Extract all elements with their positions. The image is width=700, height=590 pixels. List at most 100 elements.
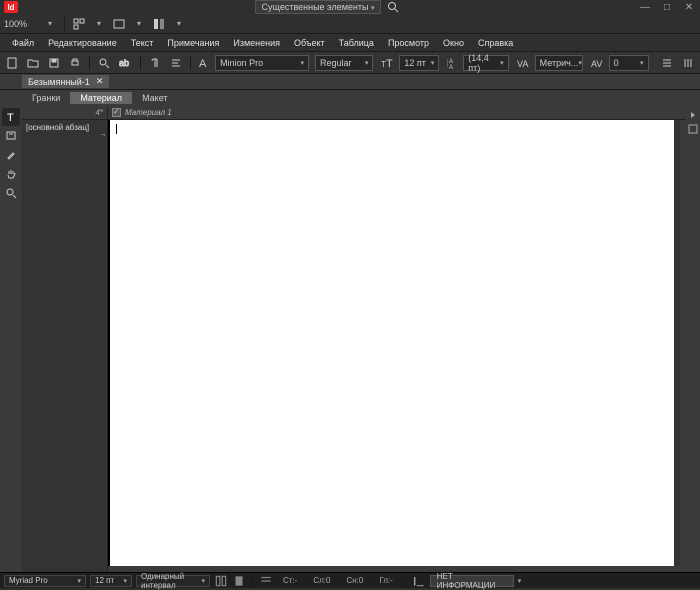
columns-icon[interactable]	[214, 574, 228, 588]
view-options-icon[interactable]	[71, 16, 87, 32]
svg-text:I: I	[413, 575, 416, 587]
svg-text:T: T	[386, 58, 393, 69]
maximize-button[interactable]: □	[660, 2, 674, 13]
eyedropper-tool[interactable]	[2, 146, 20, 164]
tracking-value: 0	[614, 58, 619, 68]
char-format-icon: A	[199, 57, 211, 69]
save-icon[interactable]	[46, 54, 63, 72]
chevron-down-icon: ▾	[500, 59, 504, 67]
type-tool[interactable]: T	[2, 108, 20, 126]
tab-galley[interactable]: Гранки	[22, 92, 70, 104]
menu-file[interactable]: Файл	[6, 36, 40, 50]
menu-changes[interactable]: Изменения	[227, 36, 286, 50]
spell-icon[interactable]: ab	[117, 54, 134, 72]
view-dropdown[interactable]: ▾	[91, 19, 107, 28]
zoom-bar: 100% ▾ ▾ ▾ ▾	[0, 14, 700, 34]
kern-icon: VA	[517, 57, 531, 69]
font-size-select[interactable]: 12 пт▾	[399, 55, 439, 71]
minimize-button[interactable]: —	[638, 2, 652, 13]
screen-dropdown[interactable]: ▾	[131, 19, 147, 28]
menu-window[interactable]: Окно	[437, 36, 470, 50]
zoom-level[interactable]: 100%	[4, 19, 38, 29]
panel-menu-icon[interactable]	[659, 54, 676, 72]
status-leading-select[interactable]: Одинарный интервал▾	[136, 575, 210, 587]
note-tool[interactable]	[2, 127, 20, 145]
close-button[interactable]: ✕	[682, 2, 696, 13]
menu-help[interactable]: Справка	[472, 36, 519, 50]
chevron-down-icon: ▾	[578, 59, 582, 67]
dock-collapse-icon[interactable]	[688, 110, 698, 120]
story-direction-icon[interactable]	[259, 574, 273, 588]
svg-text:T: T	[7, 112, 14, 123]
arrange-icon[interactable]	[151, 16, 167, 32]
story-name: Материал 1	[125, 108, 172, 117]
arrange-dropdown[interactable]: ▾	[171, 19, 187, 28]
document-tab-row: Безымянный-1 ✕	[0, 74, 700, 90]
main-area: T 4* [основной абзац] ¬ Материал 1	[0, 106, 700, 572]
new-doc-icon[interactable]	[4, 54, 21, 72]
paragraph-styles-panel: 4* [основной абзац] ¬	[22, 106, 108, 572]
find-icon[interactable]	[96, 54, 113, 72]
tab-story[interactable]: Материал	[70, 92, 132, 104]
dock-panel-icon[interactable]	[688, 124, 698, 134]
track-icon: AV	[591, 57, 605, 69]
menu-edit[interactable]: Редактирование	[42, 36, 123, 50]
menu-object[interactable]: Объект	[288, 36, 331, 50]
print-icon[interactable]	[66, 54, 83, 72]
scrollbar-vertical[interactable]	[680, 120, 686, 566]
font-style-value: Regular	[320, 58, 352, 68]
chevron-down-icon[interactable]: ▾	[518, 577, 522, 585]
status-leading: Одинарный интервал	[141, 572, 201, 590]
kerning-select[interactable]: Метрич...▾	[535, 55, 583, 71]
svg-text:ab: ab	[119, 58, 129, 68]
leading-value: (14,4 пт)	[468, 53, 500, 73]
chevron-down-icon: ▾	[640, 59, 644, 67]
scrollbar-horizontal[interactable]	[108, 566, 686, 572]
menu-text[interactable]: Текст	[125, 36, 160, 50]
tracking-select[interactable]: 0▾	[609, 55, 649, 71]
font-style-select[interactable]: Regular▾	[315, 55, 373, 71]
statusbar: Myriad Pro▾ 12 пт▾ Одинарный интервал▾ С…	[0, 572, 700, 588]
status-size-select[interactable]: 12 пт ▾	[90, 575, 132, 587]
status-size: 12 пт	[95, 576, 114, 585]
separator	[190, 56, 191, 70]
menu-view[interactable]: Просмотр	[382, 36, 435, 50]
font-family-select[interactable]: Minion Pro▾	[215, 55, 309, 71]
hand-tool[interactable]	[2, 165, 20, 183]
menu-notes[interactable]: Примечания	[161, 36, 225, 50]
menu-table[interactable]: Таблица	[333, 36, 380, 50]
chevron-down-icon: ▾	[123, 577, 127, 585]
chevron-down-icon: ▾	[371, 5, 375, 12]
workspace-switcher[interactable]: Существенные элементы ▾	[255, 0, 382, 14]
separator	[64, 17, 65, 31]
status-depth: Гл:-	[379, 576, 392, 585]
separator	[252, 574, 253, 588]
paragraph-icon[interactable]	[147, 54, 164, 72]
single-column-icon[interactable]	[232, 574, 246, 588]
close-icon[interactable]: ✕	[96, 76, 104, 87]
chevron-down-icon: ▾	[431, 59, 435, 67]
leading-select[interactable]: (14,4 пт)▾	[463, 55, 508, 71]
panel-expand-icon[interactable]	[679, 54, 696, 72]
zoom-tool[interactable]	[2, 184, 20, 202]
text-cursor	[116, 124, 117, 134]
align-icon[interactable]	[167, 54, 184, 72]
zoom-dropdown[interactable]: ▾	[42, 19, 58, 28]
screen-mode-icon[interactable]	[111, 16, 127, 32]
text-editor[interactable]	[108, 120, 674, 566]
kerning-value: Метрич...	[540, 58, 579, 68]
paragraph-style-item[interactable]: [основной абзац]	[22, 120, 107, 135]
toolbox: T	[0, 106, 22, 572]
search-icon[interactable]	[385, 0, 401, 15]
document-tab[interactable]: Безымянный-1 ✕	[22, 75, 109, 88]
leading-icon: AA	[447, 57, 459, 69]
status-chars: Сн:0	[346, 576, 363, 585]
expand-toggle[interactable]	[112, 108, 121, 117]
status-font-select[interactable]: Myriad Pro▾	[4, 575, 86, 587]
panel-header: 4*	[22, 106, 107, 120]
copyfit-icon[interactable]: I	[412, 574, 426, 588]
open-icon[interactable]	[25, 54, 42, 72]
options-bar: ab A Minion Pro▾ Regular▾ TT 12 пт▾ AA (…	[0, 52, 700, 74]
status-lines: Ст:-	[283, 576, 297, 585]
tab-layout[interactable]: Макет	[132, 92, 177, 104]
